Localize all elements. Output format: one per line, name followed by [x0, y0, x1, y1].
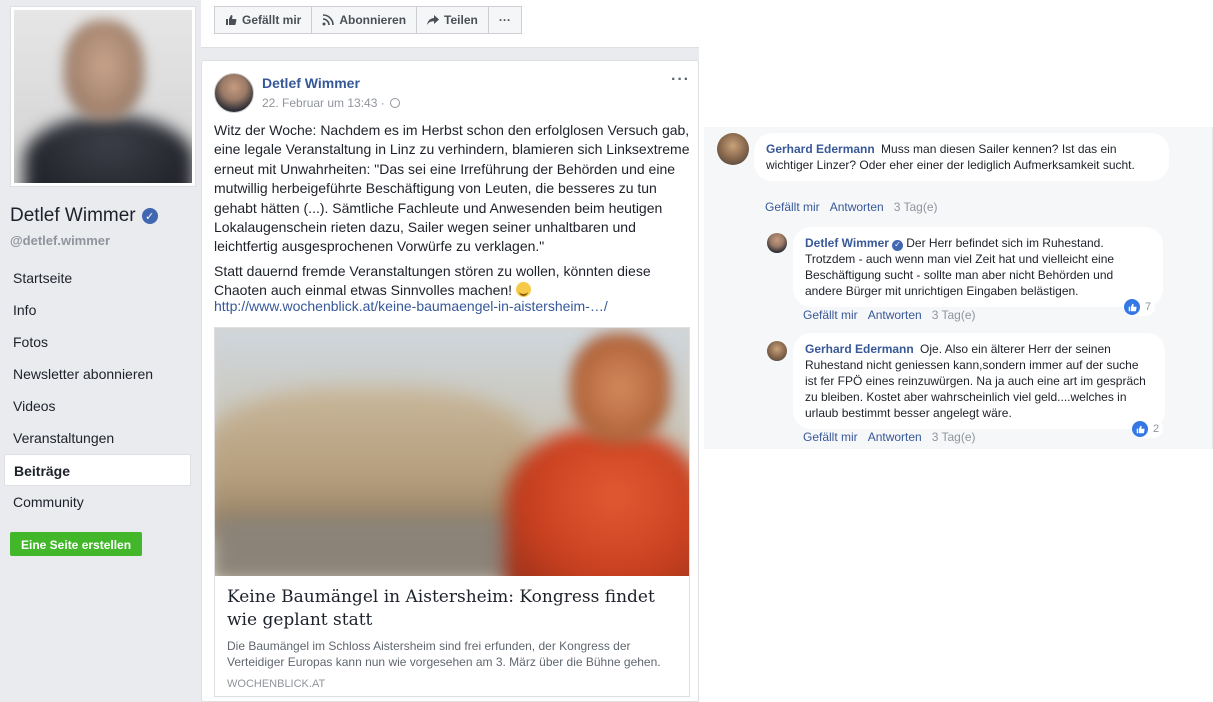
reaction-count[interactable]: 2	[1131, 420, 1164, 438]
page-name[interactable]: Detlef Wimmer ✓	[10, 205, 158, 227]
reply-author[interactable]: Gerhard Edermann	[805, 342, 914, 356]
reply-author-avatar[interactable]	[767, 233, 787, 253]
subscribe-button[interactable]: Abonnieren	[311, 6, 418, 34]
link-preview-title[interactable]: Keine Baumängel in Aistersheim: Kongress…	[215, 576, 689, 632]
reply-bubble: Detlef Wimmer ✓ Der Herr befindet sich im…	[793, 227, 1163, 307]
post-paragraph: Witz der Woche: Nachdem es im Herbst sch…	[214, 122, 690, 255]
nav-item-community[interactable]: Community	[4, 486, 191, 518]
reply-bubble: Gerhard Edermann Oje. Also ein älterer H…	[793, 333, 1165, 429]
page-nav: Startseite Info Fotos Newsletter abonnie…	[4, 262, 191, 518]
page-action-bar: Gefällt mir Abonnieren Teilen ···	[201, 0, 699, 48]
reply-actions: Gefällt mir Antworten 3 Tag(e)	[803, 308, 976, 322]
post-link[interactable]: http://www.wochenblick.at/keine-baumaeng…	[214, 298, 608, 314]
comment-bubble: Gerhard Edermann Muss man diesen Sailer …	[754, 133, 1169, 181]
like-reaction-icon	[1124, 299, 1140, 315]
reply-reply-link[interactable]: Antworten	[868, 430, 922, 444]
post-options-icon[interactable]: ···	[671, 71, 690, 89]
comment-time[interactable]: 3 Tag(e)	[894, 200, 938, 214]
smiley-icon	[515, 282, 531, 298]
create-page-button[interactable]: Eine Seite erstellen	[10, 532, 143, 556]
nav-item-veranstaltungen[interactable]: Veranstaltungen	[4, 422, 191, 454]
post-card: Detlef Wimmer 22. Februar um 13:43 · ···…	[201, 60, 699, 702]
like-page-button[interactable]: Gefällt mir	[214, 6, 313, 34]
post-author[interactable]: Detlef Wimmer	[262, 75, 360, 91]
comment-actions: Gefällt mir Antworten 3 Tag(e)	[765, 200, 938, 214]
thumbs-up-icon	[226, 15, 237, 25]
link-preview-card[interactable]: Keine Baumängel in Aistersheim: Kongress…	[214, 327, 690, 697]
reply-actions: Gefällt mir Antworten 3 Tag(e)	[803, 430, 976, 444]
comment-author[interactable]: Gerhard Edermann	[766, 142, 875, 156]
like-reaction-icon	[1132, 421, 1148, 437]
post-meta: 22. Februar um 13:43 ·	[262, 96, 400, 110]
nav-item-info[interactable]: Info	[4, 294, 191, 326]
verified-badge-icon: ✓	[141, 208, 158, 224]
post-author-avatar[interactable]	[214, 73, 254, 113]
post-text: Witz der Woche: Nachdem es im Herbst sch…	[214, 121, 694, 306]
reply-like-link[interactable]: Gefällt mir	[803, 308, 858, 322]
link-preview-description: Die Baumängel im Schloss Aistersheim sin…	[227, 639, 661, 669]
page-handle: @detlef.wimmer	[10, 233, 111, 248]
reply-time[interactable]: 3 Tag(e)	[932, 430, 976, 444]
reply-author[interactable]: Detlef Wimmer	[805, 236, 889, 250]
reaction-count[interactable]: 7	[1123, 298, 1156, 316]
link-preview-image[interactable]	[215, 328, 689, 576]
commenter-avatar[interactable]	[717, 133, 749, 165]
comments-panel: Gerhard Edermann Muss man diesen Sailer …	[704, 127, 1213, 449]
link-preview-domain: WOCHENBLICK.AT	[227, 678, 326, 690]
nav-item-beitraege[interactable]: Beiträge	[4, 454, 191, 486]
nav-item-startseite[interactable]: Startseite	[4, 262, 191, 294]
reply-time[interactable]: 3 Tag(e)	[932, 308, 976, 322]
reply-reply-link[interactable]: Antworten	[868, 308, 922, 322]
reply-author-avatar[interactable]	[767, 341, 787, 361]
comment-reply-link[interactable]: Antworten	[830, 200, 884, 214]
profile-picture[interactable]	[10, 6, 196, 187]
facebook-page: Detlef Wimmer ✓ @detlef.wimmer Startseit…	[0, 0, 699, 702]
rss-icon	[322, 14, 335, 26]
nav-item-videos[interactable]: Videos	[4, 390, 191, 422]
share-arrow-icon	[427, 15, 440, 25]
more-options-button[interactable]: ···	[487, 6, 522, 34]
post-paragraph-2: Statt dauernd fremde Veranstaltungen stö…	[214, 262, 651, 299]
page-sidebar: Detlef Wimmer ✓ @detlef.wimmer Startseit…	[4, 0, 199, 702]
reply-like-link[interactable]: Gefällt mir	[803, 430, 858, 444]
nav-item-newsletter[interactable]: Newsletter abonnieren	[4, 358, 191, 390]
nav-item-fotos[interactable]: Fotos	[4, 326, 191, 358]
share-button[interactable]: Teilen	[416, 6, 489, 34]
post-date[interactable]: 22. Februar um 13:43 ·	[262, 96, 385, 110]
comment-like-link[interactable]: Gefällt mir	[765, 200, 820, 214]
globe-icon	[389, 98, 400, 108]
verified-badge-icon: ✓	[891, 239, 903, 251]
